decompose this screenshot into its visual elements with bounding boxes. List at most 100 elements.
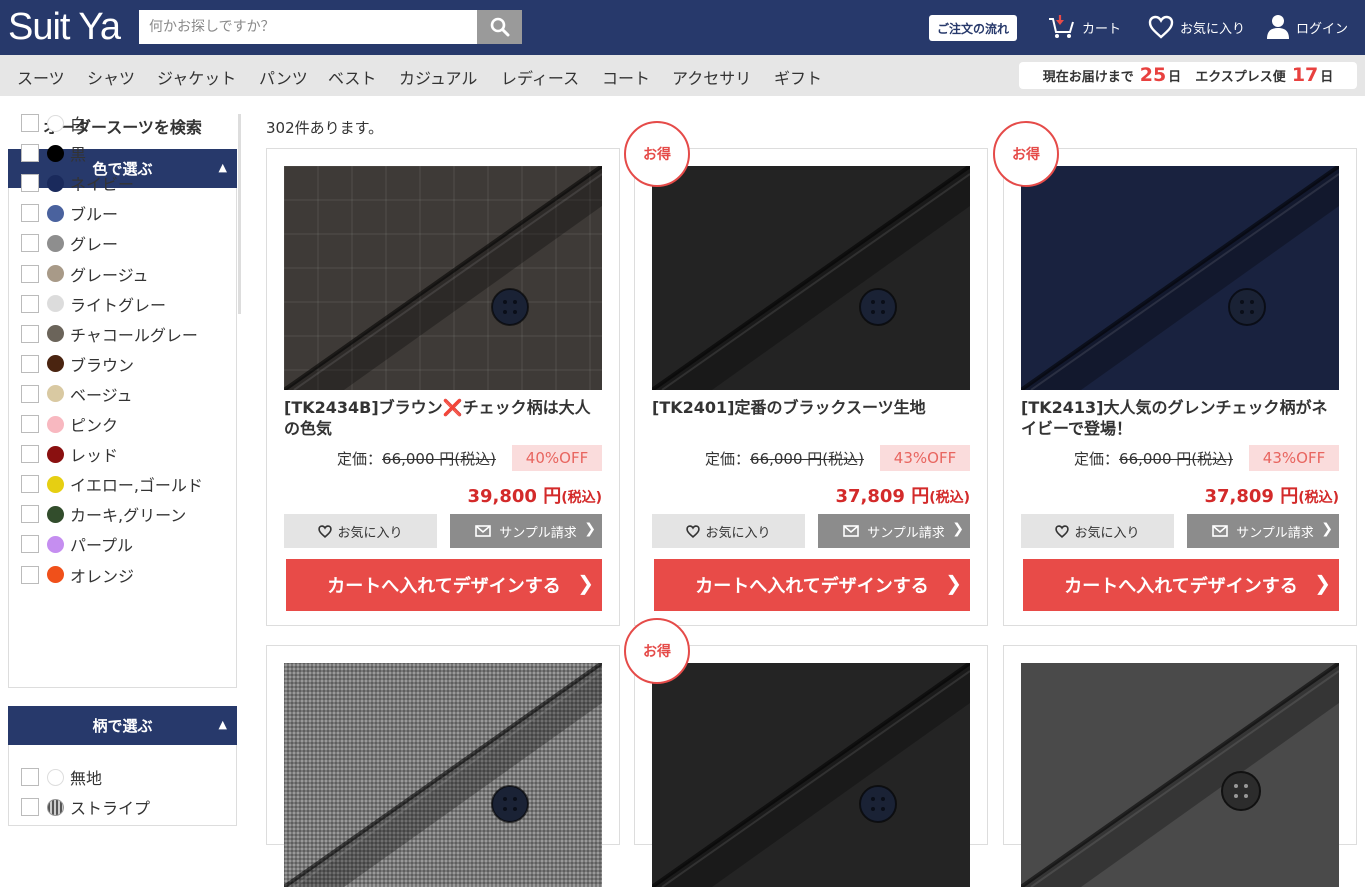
favorite-label: お気に入り xyxy=(1074,525,1140,541)
color-filter-item[interactable]: レッド xyxy=(21,443,118,465)
fabric-image[interactable] xyxy=(1021,663,1339,887)
checkbox[interactable] xyxy=(21,798,39,816)
product-card[interactable] xyxy=(634,645,988,887)
checkbox[interactable] xyxy=(21,505,39,524)
color-filter-item[interactable]: チャコールグレー xyxy=(21,323,198,345)
checkbox[interactable] xyxy=(21,415,39,433)
category-vests[interactable]: ベスト xyxy=(328,65,376,89)
color-filter-label: パープル xyxy=(70,536,134,556)
fabric-image[interactable] xyxy=(652,663,970,887)
category-suits[interactable]: スーツ xyxy=(17,65,65,89)
add-to-cart-button[interactable]: カートへ入れてデザインする ❯ xyxy=(654,559,970,611)
fabric-image[interactable] xyxy=(284,663,602,887)
checkbox[interactable] xyxy=(21,264,39,283)
color-swatch xyxy=(47,174,64,192)
list-price: 定価：66,000 円(税込) xyxy=(337,448,496,469)
checkbox[interactable] xyxy=(21,354,39,373)
product-card[interactable]: [TK2413]大人気のグレンチェック柄がネイビーで登場！ 定価：66,000 円… xyxy=(1003,148,1357,626)
checkbox[interactable] xyxy=(21,174,39,193)
search-input[interactable] xyxy=(139,10,477,44)
checkbox[interactable] xyxy=(21,114,39,132)
cart-link[interactable]: カート xyxy=(1048,12,1121,42)
login-link[interactable]: ログイン xyxy=(1266,12,1348,42)
list-price-value: 66,000 円(税込) xyxy=(382,450,496,468)
color-filter-item[interactable]: グレージュ xyxy=(21,263,149,285)
pattern-facet-list: 無地 ストライプ xyxy=(8,745,237,826)
fabric-image[interactable] xyxy=(284,166,602,390)
color-filter-item[interactable]: ライトグレー xyxy=(21,293,166,315)
category-casual[interactable]: カジュアル xyxy=(399,65,477,89)
checkbox[interactable] xyxy=(21,475,39,494)
checkbox[interactable] xyxy=(21,445,39,464)
request-sample-button[interactable]: サンプル請求 ❯ xyxy=(1187,514,1339,548)
list-price-label: 定価： xyxy=(1074,450,1120,468)
add-favorite-button[interactable]: お気に入り xyxy=(1021,514,1174,548)
color-filter-item[interactable]: ネイビー xyxy=(21,172,134,194)
product-card[interactable]: [TK2401]定番のブラックスーツ生地 定価：66,000 円(税込) 43%OF… xyxy=(634,148,988,626)
favorites-link[interactable]: お気に入り xyxy=(1148,12,1245,42)
pattern-filter-item[interactable]: 無地 xyxy=(21,766,102,788)
sidebar-divider xyxy=(238,114,241,314)
request-sample-button[interactable]: サンプル請求 ❯ xyxy=(450,514,602,548)
fabric-image[interactable] xyxy=(1021,166,1339,390)
add-favorite-button[interactable]: お気に入り xyxy=(284,514,437,548)
sample-label: サンプル請求 xyxy=(499,525,577,541)
color-swatch xyxy=(47,535,64,553)
category-jackets[interactable]: ジャケット xyxy=(157,65,236,89)
category-coats[interactable]: コート xyxy=(602,65,650,89)
color-filter-item[interactable]: ブルー xyxy=(21,202,118,224)
search-button[interactable] xyxy=(477,10,522,44)
product-card[interactable]: [TK2434B]ブラウン❌チェック柄は大人の色気定価：66,000 円(税込)… xyxy=(266,148,620,626)
color-filter-label: 黒 xyxy=(70,145,87,165)
request-sample-button[interactable]: サンプル請求 ❯ xyxy=(818,514,970,548)
list-price-value: 66,000 円(税込) xyxy=(750,450,864,468)
site-logo[interactable]: Suit Ya xyxy=(8,6,121,48)
fabric-image[interactable] xyxy=(652,166,970,390)
checkbox[interactable] xyxy=(21,294,39,313)
color-filter-item[interactable]: イエロー,ゴールド xyxy=(21,473,203,495)
chevron-right-icon: ❯ xyxy=(952,521,964,537)
checkbox[interactable] xyxy=(21,204,39,223)
category-accessories[interactable]: アクセサリ xyxy=(672,65,751,89)
category-pants[interactable]: パンツ xyxy=(259,65,308,89)
search-icon xyxy=(490,17,509,37)
pattern-facet-header[interactable]: 柄で選ぶ ▲ xyxy=(8,706,237,745)
checkbox[interactable] xyxy=(21,144,39,163)
color-swatch xyxy=(47,415,64,433)
color-swatch xyxy=(47,144,64,162)
color-filter-item[interactable]: グレー xyxy=(21,232,118,254)
checkbox[interactable] xyxy=(21,234,39,253)
checkbox[interactable] xyxy=(21,535,39,554)
add-to-cart-button[interactable]: カートへ入れてデザインする ❯ xyxy=(286,559,602,611)
color-swatch xyxy=(47,475,64,493)
list-price: 定価：66,000 円(税込) xyxy=(705,448,864,469)
order-flow-button[interactable]: ご注文の流れ xyxy=(929,15,1017,41)
color-filter-item[interactable]: カーキ,グリーン xyxy=(21,503,186,525)
price-row: 定価：66,000 円(税込) 43%OFF xyxy=(1021,445,1339,471)
color-filter-item[interactable]: ベージュ xyxy=(21,383,133,405)
product-title[interactable]: [TK2401]定番のブラックスーツ生地 xyxy=(652,397,972,418)
category-shirts[interactable]: シャツ xyxy=(87,65,135,89)
product-card[interactable] xyxy=(1003,645,1357,887)
checkbox[interactable] xyxy=(21,384,39,403)
color-filter-item[interactable]: ピンク xyxy=(21,413,118,435)
color-filter-item[interactable]: ブラウン xyxy=(21,353,134,375)
checkbox[interactable] xyxy=(21,768,39,786)
color-swatch xyxy=(47,566,64,583)
product-title[interactable]: [TK2413]大人気のグレンチェック柄がネイビーで登場！ xyxy=(1021,397,1341,439)
category-gifts[interactable]: ギフト xyxy=(774,65,822,89)
category-ladies[interactable]: レディース xyxy=(501,65,579,89)
checkbox[interactable] xyxy=(21,324,39,343)
color-filter-item[interactable]: 白 xyxy=(21,112,86,134)
color-filter-item[interactable]: オレンジ xyxy=(21,564,134,586)
pattern-filter-item[interactable]: ストライプ xyxy=(21,796,150,818)
color-filter-item[interactable]: パープル xyxy=(21,533,133,555)
product-title[interactable]: [TK2434B]ブラウン❌チェック柄は大人の色気 xyxy=(284,397,604,439)
add-favorite-button[interactable]: お気に入り xyxy=(652,514,805,548)
color-filter-label: ブルー xyxy=(70,205,119,225)
color-swatch xyxy=(47,385,64,403)
add-to-cart-button[interactable]: カートへ入れてデザインする ❯ xyxy=(1023,559,1339,611)
checkbox[interactable] xyxy=(21,565,39,584)
product-card[interactable] xyxy=(266,645,620,887)
color-filter-item[interactable]: 黒 xyxy=(21,142,86,164)
